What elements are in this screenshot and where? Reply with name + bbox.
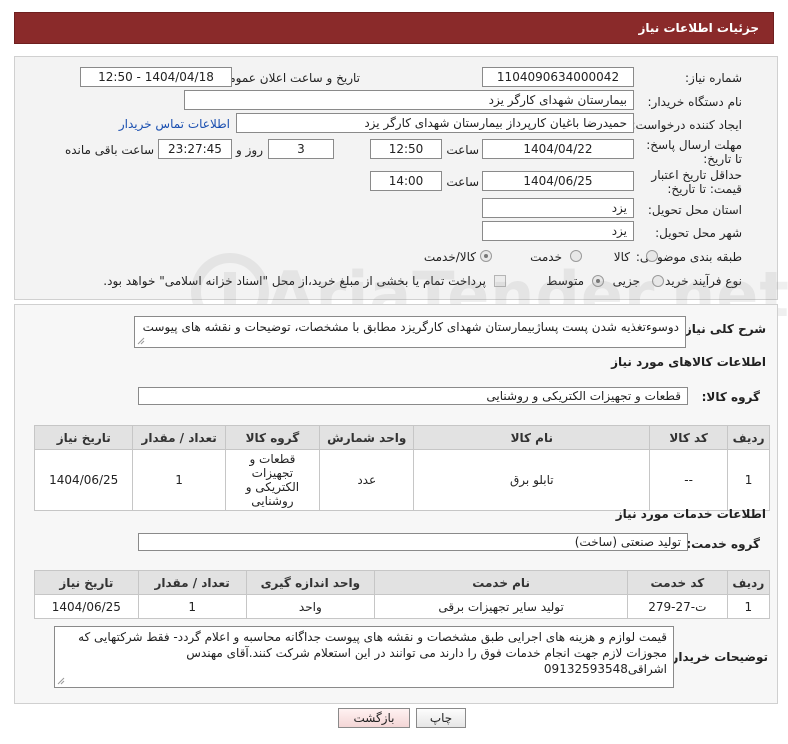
- description-text: دوسوءتغذیه شدن پست پساژبیمارستان شهدای ک…: [142, 320, 679, 334]
- price-time-field: 14:00: [370, 171, 442, 191]
- process-radio-minor[interactable]: [652, 275, 664, 287]
- header-bar: جزئیات اطلاعات نیاز: [14, 12, 774, 44]
- category-radio-goods-service[interactable]: [480, 250, 492, 262]
- goods-table-header: ردیف کد کالا نام کالا واحد شمارش گروه کا…: [33, 425, 770, 450]
- need-number-label: شماره نیاز:: [685, 71, 742, 85]
- category-radio-service[interactable]: [570, 250, 582, 262]
- goods-group-field: قطعات و تجهیزات الکتریکی و روشنایی: [138, 387, 688, 405]
- treasury-payment-note: پرداخت تمام یا بخشی از مبلغ خرید،از محل …: [103, 274, 486, 288]
- col-group: گروه کالا: [224, 425, 321, 450]
- category-option-goods: کالا: [613, 250, 630, 264]
- row-date: 1404/06/25: [34, 594, 139, 619]
- goods-table: ردیف کد کالا نام کالا واحد شمارش گروه کا…: [33, 425, 770, 511]
- goods-group-label: گروه کالا:: [701, 390, 760, 404]
- province-label: استان محل تحویل:: [647, 203, 742, 217]
- need-details-page: جزئیات اطلاعات نیاز شماره نیاز: 11040906…: [0, 0, 788, 744]
- buyer-contact-link[interactable]: اطلاعات تماس خریدار: [119, 117, 230, 131]
- days-label: روز و: [236, 143, 263, 157]
- category-radio-goods[interactable]: [646, 250, 658, 262]
- col-qty: تعداد / مقدار: [132, 425, 226, 450]
- description-textarea: دوسوءتغذیه شدن پست پساژبیمارستان شهدای ک…: [134, 316, 686, 348]
- services-table-header: ردیف کد خدمت نام خدمت واحد اندازه گیری ت…: [34, 570, 771, 595]
- row-index: 1: [726, 594, 771, 619]
- reply-time-field: 12:50: [370, 139, 442, 159]
- price-time-label: ساعت: [446, 175, 479, 189]
- reply-time-label: ساعت: [446, 143, 479, 157]
- print-button[interactable]: چاپ: [416, 708, 466, 728]
- col-unit: واحد شمارش: [319, 425, 415, 450]
- remaining-label: ساعت باقی مانده: [64, 143, 154, 157]
- services-section-title: اطلاعات خدمات مورد نیاز: [615, 507, 766, 521]
- buyer-org-field: بیمارستان شهدای کارگر یزد: [184, 90, 634, 110]
- treasury-payment-checkbox[interactable]: [494, 275, 506, 287]
- services-group-label: گروه خدمت:: [686, 537, 760, 551]
- process-option-medium: متوسط: [546, 274, 584, 288]
- reply-date-field: 1404/04/22: [482, 139, 634, 159]
- buyer-org-label: نام دستگاه خریدار:: [647, 95, 743, 109]
- row-unit: واحد: [245, 594, 376, 619]
- row-name: تابلو برق: [413, 449, 651, 511]
- buyer-notes-label: توضیحات خریدار:: [666, 650, 768, 664]
- announce-label: تاریخ و ساعت اعلان عمومی:: [215, 71, 360, 85]
- row-index: 1: [727, 449, 770, 511]
- description-label: شرح کلی نیاز:: [680, 322, 766, 336]
- row-group: قطعات و تجهیزات الکتریکی و روشنایی: [224, 449, 321, 511]
- col-qty: تعداد / مقدار: [137, 570, 247, 595]
- col-name: نام کالا: [413, 425, 651, 450]
- buyer-notes-textarea: قیمت لوازم و هزینه های اجرایی طبق مشخصات…: [54, 626, 674, 688]
- col-date: تاریخ نیاز: [34, 570, 139, 595]
- announce-field: 1404/04/18 - 12:50: [80, 67, 232, 87]
- process-radio-medium[interactable]: [592, 275, 604, 287]
- buyer-notes-text: قیمت لوازم و هزینه های اجرایی طبق مشخصات…: [78, 630, 667, 676]
- city-label: شهر محل تحویل:: [655, 226, 742, 240]
- row-date: 1404/06/25: [33, 449, 134, 511]
- services-group-field: تولید صنعتی (ساخت): [138, 533, 688, 551]
- row-qty: 1: [132, 449, 226, 511]
- table-row: 1 -- تابلو برق عدد قطعات و تجهیزات الکتر…: [33, 449, 770, 511]
- row-code: ت-27-279: [627, 594, 728, 619]
- price-date-field: 1404/06/25: [482, 171, 634, 191]
- category-option-goods-service: کالا/خدمت: [423, 250, 476, 264]
- city-field: یزد: [482, 221, 634, 241]
- need-number-field: 1104090634000042: [482, 67, 634, 87]
- table-row: 1 ت-27-279 تولید سایر تجهیزات برقی واحد …: [34, 594, 771, 619]
- requester-label: ایجاد کننده درخواست:: [631, 118, 742, 132]
- row-name: تولید سایر تجهیزات برقی: [374, 594, 629, 619]
- requester-field: حمیدرضا باغیان کارپرداز بیمارستان شهدای …: [236, 113, 634, 133]
- process-label: نوع فرآیند خرید :: [657, 274, 742, 288]
- col-name: نام خدمت: [374, 570, 629, 595]
- category-option-service: خدمت: [530, 250, 562, 264]
- province-field: یزد: [482, 198, 634, 218]
- remaining-time-field: 23:27:45: [158, 139, 232, 159]
- services-table: ردیف کد خدمت نام خدمت واحد اندازه گیری ت…: [34, 570, 771, 619]
- resize-grip-icon[interactable]: [57, 677, 65, 685]
- col-row: ردیف: [726, 570, 771, 595]
- back-button[interactable]: بازگشت: [338, 708, 410, 728]
- days-field: 3: [268, 139, 334, 159]
- row-unit: عدد: [319, 449, 415, 511]
- col-row: ردیف: [727, 425, 770, 450]
- page-title: جزئیات اطلاعات نیاز: [638, 21, 759, 35]
- col-code: کد خدمت: [627, 570, 728, 595]
- row-code: --: [649, 449, 729, 511]
- goods-section-title: اطلاعات کالاهای مورد نیاز: [611, 355, 766, 369]
- col-unit: واحد اندازه گیری: [245, 570, 376, 595]
- price-validity-label: حداقل تاریخ اعتبار قیمت: تا تاریخ:: [651, 168, 742, 196]
- process-option-minor: جزیی: [612, 274, 640, 288]
- row-qty: 1: [137, 594, 247, 619]
- reply-deadline-label: مهلت ارسال پاسخ: تا تاریخ:: [646, 138, 742, 166]
- resize-grip-icon[interactable]: [137, 337, 145, 345]
- col-date: تاریخ نیاز: [33, 425, 134, 450]
- col-code: کد کالا: [649, 425, 729, 450]
